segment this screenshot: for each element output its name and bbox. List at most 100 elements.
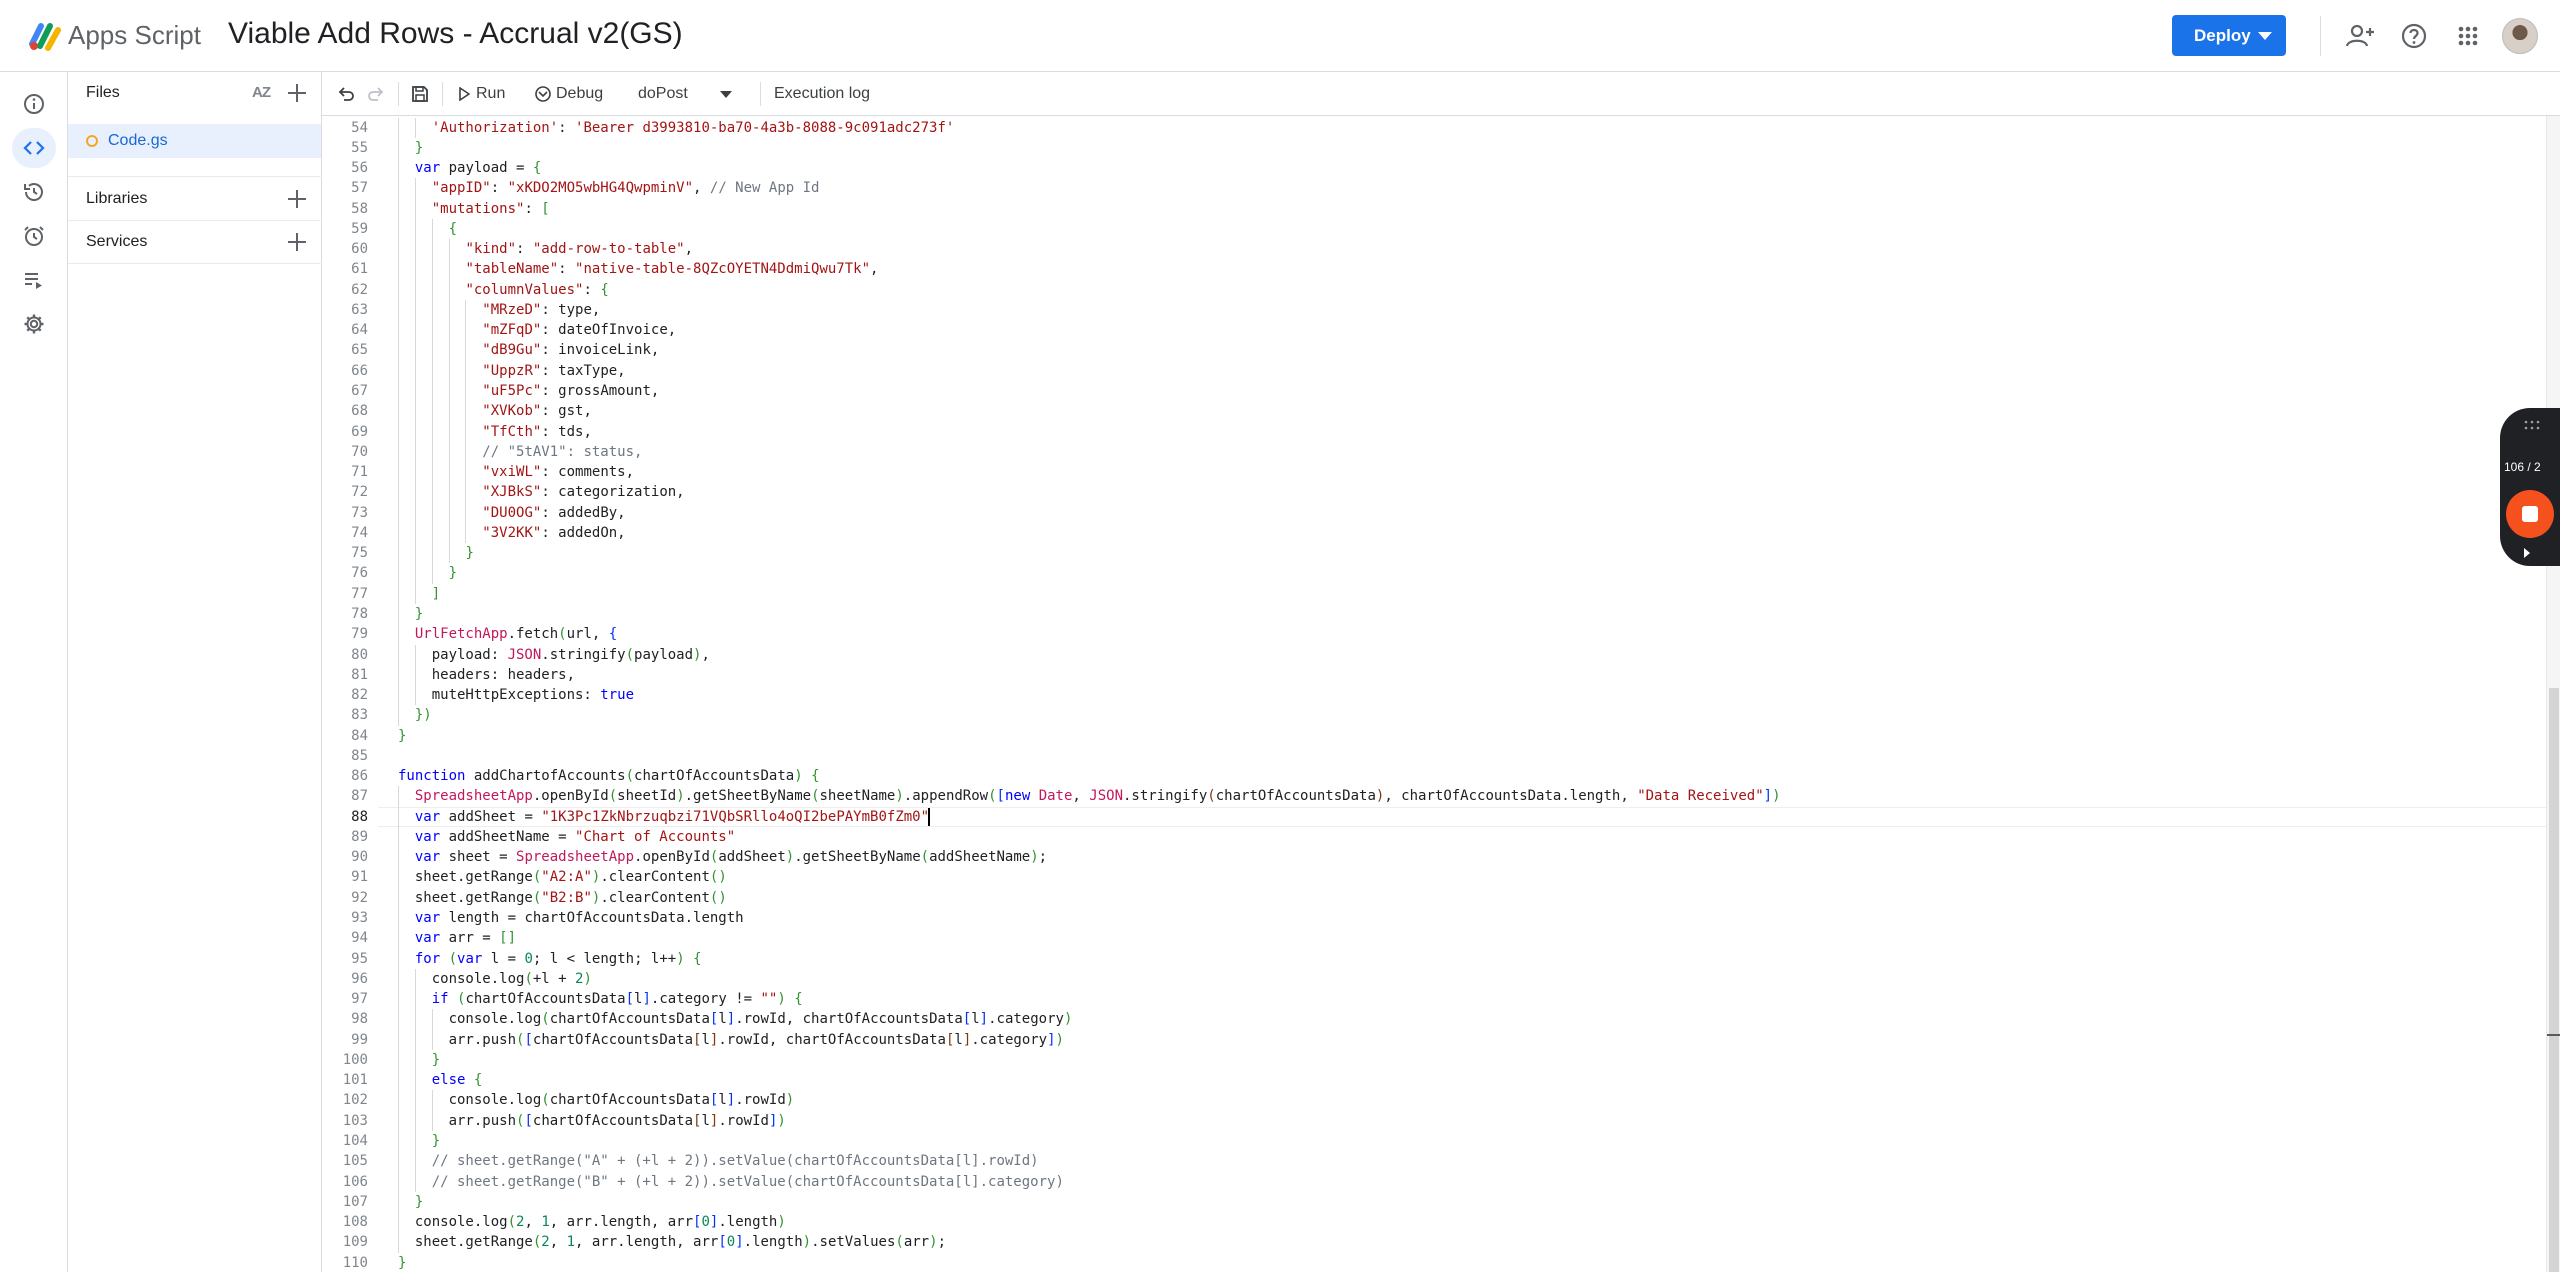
code-line[interactable]: var length = chartOfAccountsData.length (398, 908, 744, 928)
code-line[interactable]: "mutations": [ (398, 199, 550, 219)
code-line[interactable]: "mZFqD": dateOfInvoice, (398, 320, 676, 340)
services-header[interactable]: Services (68, 221, 322, 263)
redo-icon[interactable] (366, 84, 386, 104)
code-line[interactable]: for (var l = 0; l < length; l++) { (398, 949, 702, 969)
code-line[interactable]: ] (398, 584, 440, 604)
rail-overview[interactable] (12, 84, 56, 124)
code-line[interactable]: else { (398, 1070, 483, 1090)
code-line[interactable]: sheet.getRange(2, 1, arr.length, arr[0].… (398, 1232, 946, 1252)
code-line[interactable]: function addChartofAccounts(chartOfAccou… (398, 766, 820, 786)
libraries-header[interactable]: Libraries (68, 178, 322, 220)
code-line[interactable]: "kind": "add-row-to-table", (398, 239, 693, 259)
line-number: 62 (351, 281, 368, 298)
code-line[interactable]: var addSheetName = "Chart of Accounts" (398, 827, 735, 847)
rail-editor[interactable] (12, 128, 56, 168)
code-line[interactable]: } (398, 1192, 423, 1212)
debug-button[interactable]: Debug (532, 72, 616, 116)
project-title[interactable]: Viable Add Rows - Accrual v2(GS) (228, 17, 683, 51)
line-number: 107 (342, 1193, 368, 1210)
code-line[interactable]: "dB9Gu": invoiceLink, (398, 340, 659, 360)
code-line[interactable]: var sheet = SpreadsheetApp.openById(addS… (398, 847, 1047, 867)
code-line[interactable]: } (398, 543, 473, 563)
code-line[interactable]: console.log(chartOfAccountsData[l].rowId… (398, 1090, 795, 1110)
code-line[interactable]: var addSheet = "1K3Pc1ZkNbrzuqbzi71VQbSR… (398, 807, 929, 827)
code-line[interactable]: "3V2KK": addedOn, (398, 523, 625, 543)
toolbar-divider (442, 82, 443, 106)
execution-log-label: Execution log (774, 85, 871, 102)
code-line[interactable]: console.log(chartOfAccountsData[l].rowId… (398, 1009, 1073, 1029)
undo-icon[interactable] (336, 84, 356, 104)
code-line[interactable]: arr.push([chartOfAccountsData[l].rowId]) (398, 1111, 786, 1131)
code-line[interactable]: sheet.getRange("A2:A").clearContent() (398, 867, 727, 887)
stop-recording-button[interactable] (2506, 490, 2554, 538)
code-line[interactable]: SpreadsheetApp.openById(sheetId).getShee… (398, 786, 1781, 806)
rail-project-settings[interactable] (12, 304, 56, 344)
rail-triggers[interactable] (12, 216, 56, 256)
code-line[interactable]: "vxiWL": comments, (398, 462, 634, 482)
expand-icon[interactable] (2524, 548, 2530, 558)
line-number: 83 (351, 707, 368, 724)
code-line[interactable]: "XJBkS": categorization, (398, 482, 684, 502)
code-line[interactable]: // sheet.getRange("A" + (+l + 2)).setVal… (398, 1151, 1039, 1171)
apps-grid-icon[interactable] (2452, 20, 2484, 52)
screen-recorder-widget[interactable]: 106 / 2 (2500, 408, 2560, 566)
code-line[interactable]: if (chartOfAccountsData[l].category != "… (398, 989, 803, 1009)
save-icon[interactable] (410, 84, 430, 104)
code-line[interactable]: } (398, 563, 457, 583)
file-item-code-gs[interactable]: Code.gs (68, 124, 321, 158)
app-name[interactable]: Apps Script (68, 20, 201, 51)
code-line[interactable]: var payload = { (398, 158, 541, 178)
help-icon[interactable] (2398, 20, 2430, 52)
code-line[interactable]: } (398, 604, 423, 624)
execution-log-button[interactable]: Execution log (766, 72, 886, 116)
code-line[interactable]: headers: headers, (398, 665, 575, 685)
line-number-gutter: 54 55 56 57 58 59 60 61 62 63 64 65 66 67 68 69 70 71 72 73… (322, 116, 378, 1272)
function-select[interactable]: doPost (628, 72, 748, 116)
code-line[interactable]: } (398, 1253, 406, 1272)
avatar[interactable] (2502, 18, 2538, 54)
code-line[interactable]: "XVKob": gst, (398, 401, 592, 421)
code-line[interactable]: arr.push([chartOfAccountsData[l].rowId, … (398, 1030, 1064, 1050)
code-line[interactable]: // sheet.getRange("B" + (+l + 2)).setVal… (398, 1172, 1064, 1192)
code-line[interactable]: }) (398, 705, 432, 725)
code-line[interactable]: "TfCth": tds, (398, 422, 592, 442)
code-line[interactable]: "MRzeD": type, (398, 300, 600, 320)
line-number: 85 (351, 747, 368, 764)
code-line[interactable]: payload: JSON.stringify(payload), (398, 645, 710, 665)
code-line[interactable]: "UppzR": taxType, (398, 361, 625, 381)
code-line[interactable]: console.log(+l + 2) (398, 969, 592, 989)
code-line[interactable]: } (398, 1131, 440, 1151)
run-button[interactable]: Run (454, 72, 524, 116)
code-line[interactable]: } (398, 1050, 440, 1070)
code-line[interactable]: "tableName": "native-table-8QZcOYETN4Ddm… (398, 259, 878, 279)
code-line[interactable]: "columnValues": { (398, 280, 608, 300)
code-line[interactable]: // "5tAV1": status, (398, 442, 642, 462)
rail-executions[interactable] (12, 260, 56, 300)
sort-az-icon[interactable]: AZ (252, 84, 271, 101)
top-header: Apps Script Viable Add Rows - Accrual v2… (0, 0, 2560, 72)
code-line[interactable]: } (398, 726, 406, 746)
rail-project-history[interactable] (12, 172, 56, 212)
code-line[interactable]: "appID": "xKDO2MO5wbHG4QwpminV", // New … (398, 178, 820, 198)
apps-script-logo-icon[interactable] (26, 18, 62, 54)
code-line[interactable]: console.log(2, 1, arr.length, arr[0].len… (398, 1212, 786, 1232)
code-editor[interactable]: 54 55 56 57 58 59 60 61 62 63 64 65 66 67 68 69 70 71 72 73… (322, 116, 2560, 1272)
add-service-icon[interactable] (286, 231, 308, 253)
editor-scrollbar[interactable] (2546, 116, 2560, 1272)
add-library-icon[interactable] (286, 188, 308, 210)
drag-handle-icon[interactable] (2524, 420, 2540, 430)
code-line[interactable]: 'Authorization': 'Bearer d3993810-ba70-4… (398, 118, 955, 138)
code-line[interactable]: sheet.getRange("B2:B").clearContent() (398, 888, 727, 908)
code-line[interactable]: var arr = [] (398, 928, 516, 948)
deploy-button[interactable]: Deploy (2172, 15, 2286, 56)
line-number: 89 (351, 828, 368, 845)
code-line[interactable]: } (398, 138, 423, 158)
code-line[interactable]: { (398, 219, 457, 239)
code-line[interactable]: UrlFetchApp.fetch(url, { (398, 624, 617, 644)
code-line[interactable]: "uF5Pc": grossAmount, (398, 381, 659, 401)
scrollbar-thumb[interactable] (2549, 688, 2559, 1272)
add-person-icon[interactable] (2344, 20, 2376, 52)
code-line[interactable]: "DU0OG": addedBy, (398, 503, 625, 523)
add-file-icon[interactable] (286, 82, 308, 104)
code-line[interactable]: muteHttpExceptions: true (398, 685, 634, 705)
